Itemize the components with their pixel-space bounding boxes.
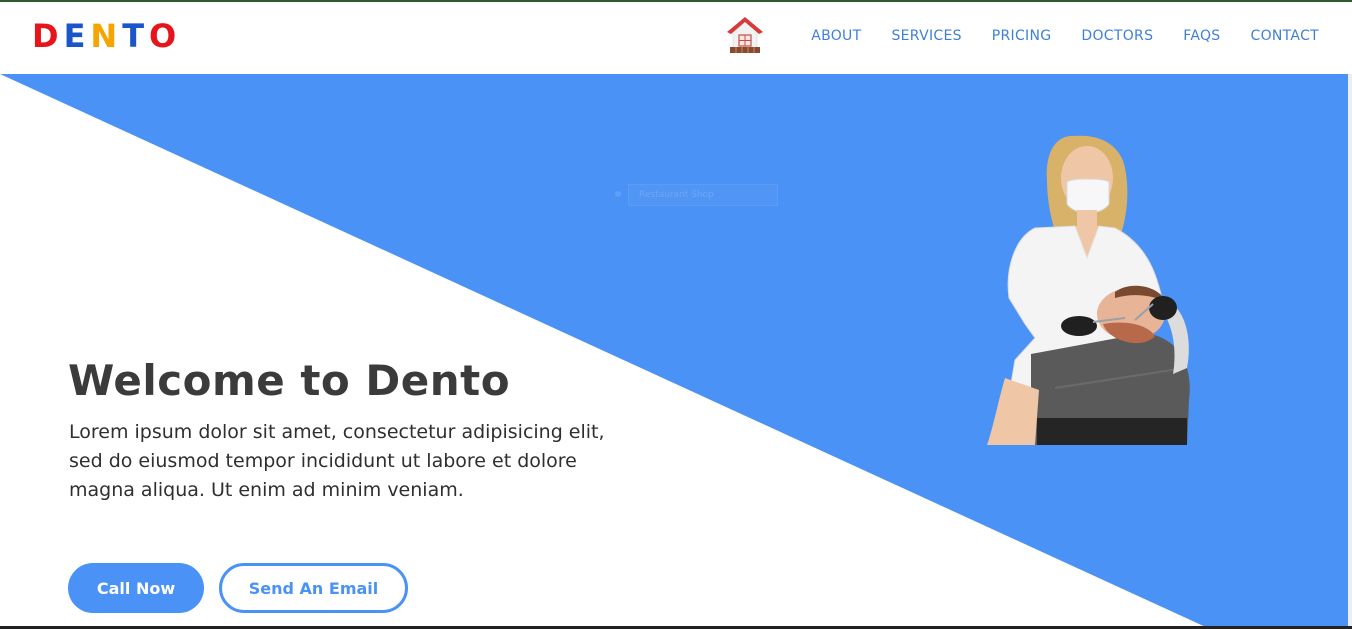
overlay-search-field[interactable]: Restaurant Shop: [628, 184, 778, 206]
nav-services[interactable]: SERVICES: [891, 26, 961, 46]
call-now-button[interactable]: Call Now: [68, 563, 204, 613]
nav-faqs[interactable]: FAQS: [1183, 26, 1220, 46]
logo-letter: N: [90, 17, 123, 55]
logo-letter: O: [149, 17, 182, 55]
logo-letter: D: [32, 17, 64, 55]
nav-pricing[interactable]: PRICING: [992, 26, 1052, 46]
hero-description: Lorem ipsum dolor sit amet, consectetur …: [69, 421, 605, 501]
dentist-photo: [975, 128, 1197, 445]
logo-letter: T: [122, 17, 150, 55]
hero-title: Welcome to Dento: [68, 356, 511, 405]
nav-doctors[interactable]: DOCTORS: [1081, 26, 1153, 46]
scrollbar-edge: [1348, 74, 1352, 629]
main-nav: ABOUT SERVICES PRICING DOCTORS FAQS CONT…: [781, 26, 1319, 46]
house-icon[interactable]: [727, 16, 763, 54]
overlay-search-widget[interactable]: Restaurant Shop: [615, 184, 780, 206]
site-header: DENTO ABOUT SERVICES PRICING DOCTORS FAQ…: [0, 2, 1352, 74]
logo-letter: E: [63, 17, 91, 55]
send-email-button[interactable]: Send An Email: [219, 563, 408, 613]
nav-about[interactable]: ABOUT: [811, 26, 861, 46]
nav-contact[interactable]: CONTACT: [1251, 26, 1320, 46]
site-logo[interactable]: DENTO: [32, 18, 181, 54]
overlay-dot-icon: [615, 191, 621, 197]
